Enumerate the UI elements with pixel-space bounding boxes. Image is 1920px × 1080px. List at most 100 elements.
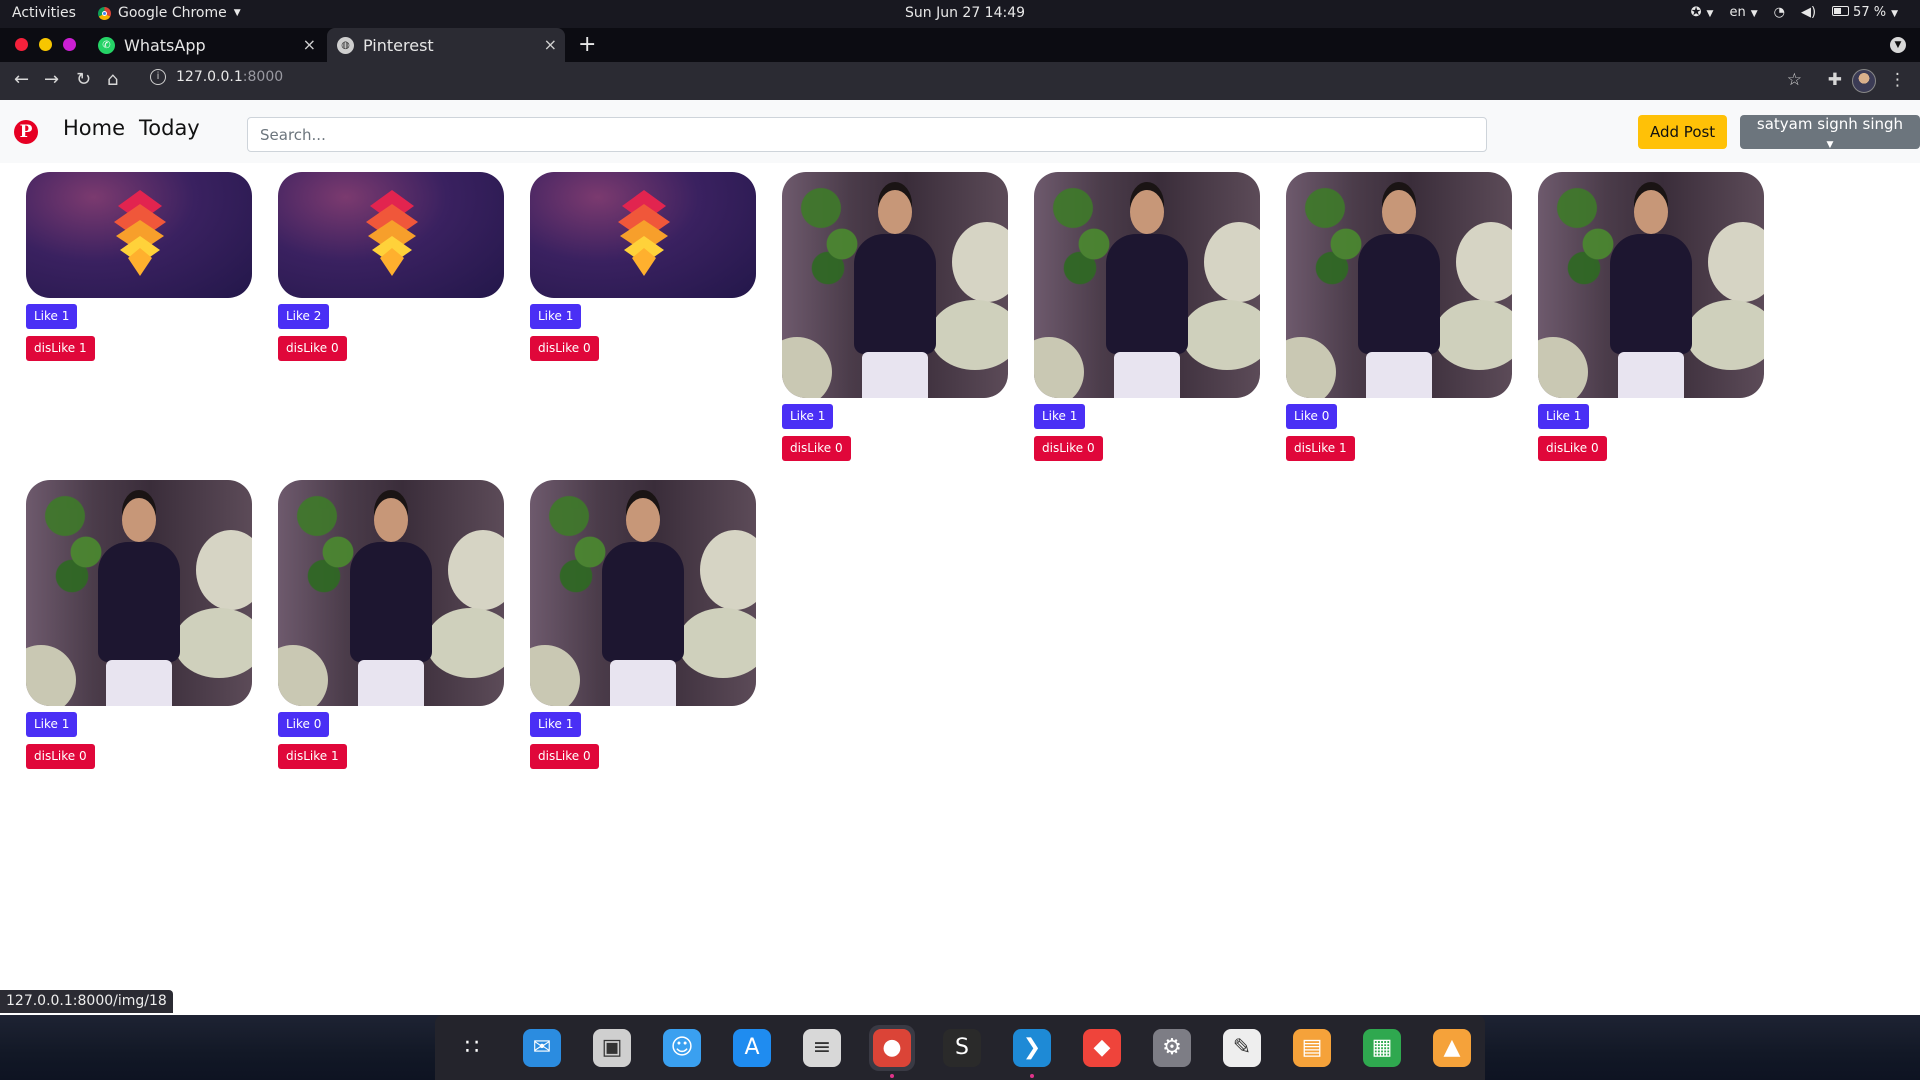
- anydesk-icon[interactable]: ◆: [1079, 1025, 1125, 1071]
- post-image-logo[interactable]: [530, 172, 756, 298]
- wifi-icon: ◔: [1773, 5, 1785, 20]
- post-card: Like 1 disLike 0: [782, 172, 1008, 461]
- dislike-button[interactable]: disLike 1: [278, 744, 347, 769]
- menu-kebab-icon[interactable]: ⋮: [1889, 70, 1906, 90]
- dislike-button[interactable]: disLike 1: [26, 336, 95, 361]
- link-status-url: 127.0.0.1:8000/img/18: [0, 990, 173, 1013]
- text-editor-icon[interactable]: ✎: [1219, 1025, 1265, 1071]
- like-button[interactable]: Like 1: [26, 712, 78, 737]
- app-grid-icon-glyph: ∷: [465, 1035, 479, 1060]
- post-card: Like 2 disLike 0: [278, 172, 504, 361]
- like-button[interactable]: Like 1: [530, 304, 582, 329]
- dislike-button[interactable]: disLike 0: [782, 436, 851, 461]
- tab-search-icon[interactable]: ▼: [1890, 37, 1906, 53]
- post-image-portrait[interactable]: [1034, 172, 1260, 398]
- accessibility-icon[interactable]: ✪ ▼: [1691, 5, 1714, 20]
- vscode-icon[interactable]: ❯: [1009, 1025, 1055, 1078]
- like-button[interactable]: Like 2: [278, 304, 330, 329]
- image-viewer-icon[interactable]: ▲: [1429, 1025, 1475, 1071]
- sublime-icon[interactable]: S: [939, 1025, 985, 1071]
- dislike-button[interactable]: disLike 0: [26, 744, 95, 769]
- dislike-button[interactable]: disLike 0: [1034, 436, 1103, 461]
- text-editor-icon-glyph: ✎: [1223, 1028, 1261, 1067]
- site-navbar: P Home Today Add Post satyam signh singh…: [0, 100, 1920, 163]
- mail-icon[interactable]: ✉: [519, 1025, 565, 1071]
- back-icon[interactable]: ←: [14, 69, 29, 90]
- post-image-portrait[interactable]: [782, 172, 1008, 398]
- running-indicator: [890, 1073, 894, 1078]
- new-tab-button[interactable]: +: [578, 32, 596, 57]
- finder-icon[interactable]: ☺: [659, 1025, 705, 1071]
- dislike-button[interactable]: disLike 1: [1286, 436, 1355, 461]
- minimize-window-button[interactable]: [39, 38, 52, 51]
- app-store-icon[interactable]: A: [729, 1025, 775, 1071]
- like-button[interactable]: Like 1: [26, 304, 78, 329]
- app-menu-label: Google Chrome: [118, 5, 227, 21]
- maximize-window-button[interactable]: [63, 38, 76, 51]
- add-post-button[interactable]: Add Post: [1638, 115, 1728, 149]
- image-viewer-icon-glyph: ▲: [1433, 1028, 1471, 1067]
- nav-home-link[interactable]: Home: [63, 116, 125, 140]
- dock: ∷ ✉ ▣ ☺ A ≡ ● S ❯ ◆ ⚙ ✎ ▤ ▦ ▲: [435, 1015, 1485, 1080]
- close-icon[interactable]: ×: [544, 35, 557, 54]
- calculator-icon[interactable]: ≡: [799, 1025, 845, 1071]
- post-card: Like 0 disLike 1: [278, 480, 504, 769]
- extensions-icon[interactable]: ✚: [1828, 70, 1842, 90]
- info-icon[interactable]: i: [150, 69, 166, 85]
- presentation-icon[interactable]: ▤: [1289, 1025, 1335, 1071]
- settings-icon-glyph: ⚙: [1153, 1028, 1191, 1067]
- like-button[interactable]: Like 1: [1034, 404, 1086, 429]
- post-image-portrait[interactable]: [530, 480, 756, 706]
- language-indicator[interactable]: en‎ ▼: [1729, 5, 1757, 20]
- like-button[interactable]: Like 1: [1538, 404, 1590, 429]
- app-menu[interactable]: Google Chrome ▼: [98, 5, 241, 21]
- clock[interactable]: Sun Jun 27 14:49: [905, 5, 1025, 21]
- post-card: Like 0 disLike 1: [1286, 172, 1512, 461]
- browser-toolbar: ← → ↻ ⌂ i 127.0.0.1:8000 ☆ ✚ ⋮: [0, 62, 1920, 100]
- profile-avatar[interactable]: [1852, 69, 1876, 93]
- dislike-button[interactable]: disLike 0: [530, 744, 599, 769]
- chrome-icon: [98, 6, 111, 20]
- post-image-portrait[interactable]: [26, 480, 252, 706]
- post-card: Like 1 disLike 1: [26, 172, 252, 361]
- post-image-portrait[interactable]: [1286, 172, 1512, 398]
- chevron-down-icon: ▼: [1826, 140, 1834, 150]
- home-icon[interactable]: ⌂: [107, 69, 118, 90]
- like-button[interactable]: Like 0: [1286, 404, 1338, 429]
- close-window-button[interactable]: [15, 38, 28, 51]
- screenshot-icon-glyph: ▣: [593, 1028, 631, 1067]
- settings-icon[interactable]: ⚙: [1149, 1025, 1195, 1071]
- nav-today-link[interactable]: Today: [139, 116, 200, 140]
- geometric-logo-graphic: [114, 190, 166, 276]
- like-button[interactable]: Like 0: [278, 712, 330, 737]
- search-input[interactable]: [247, 117, 1487, 152]
- chrome-icon[interactable]: ●: [869, 1024, 915, 1078]
- post-image-logo[interactable]: [278, 172, 504, 298]
- tab-whatsapp[interactable]: ✆ WhatsApp ×: [88, 28, 324, 62]
- forward-icon[interactable]: →: [44, 69, 59, 90]
- pinterest-logo-icon[interactable]: P: [14, 120, 38, 144]
- like-button[interactable]: Like 1: [530, 712, 582, 737]
- battery-icon: [1832, 6, 1850, 16]
- bookmark-star-icon[interactable]: ☆: [1787, 70, 1802, 90]
- activities-button[interactable]: Activities: [12, 5, 76, 21]
- tab-pinterest[interactable]: ◍ Pinterest ×: [327, 28, 565, 62]
- like-button[interactable]: Like 1: [782, 404, 834, 429]
- close-icon[interactable]: ×: [303, 35, 316, 54]
- address-bar[interactable]: i 127.0.0.1:8000: [150, 69, 283, 85]
- spreadsheet-icon[interactable]: ▦: [1359, 1025, 1405, 1071]
- battery-indicator[interactable]: 57 % ▼: [1832, 5, 1898, 20]
- window-controls: [15, 38, 76, 51]
- screenshot-icon[interactable]: ▣: [589, 1025, 635, 1071]
- dislike-button[interactable]: disLike 0: [278, 336, 347, 361]
- reload-icon[interactable]: ↻: [76, 69, 91, 90]
- post-image-portrait[interactable]: [1538, 172, 1764, 398]
- app-grid-icon[interactable]: ∷: [449, 1025, 495, 1071]
- post-image-logo[interactable]: [26, 172, 252, 298]
- post-image-portrait[interactable]: [278, 480, 504, 706]
- system-tray[interactable]: ✪ ▼ en‎ ▼ ◔ ◀) 57 % ▼: [1691, 5, 1898, 20]
- app-store-icon-glyph: A: [733, 1028, 771, 1067]
- user-dropdown-button[interactable]: satyam signh singh ▼: [1740, 115, 1920, 150]
- dislike-button[interactable]: disLike 0: [1538, 436, 1607, 461]
- dislike-button[interactable]: disLike 0: [530, 336, 599, 361]
